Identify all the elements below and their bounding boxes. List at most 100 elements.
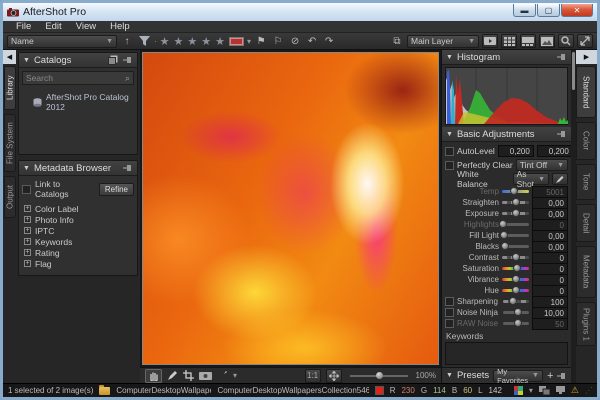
saturation-slider[interactable] bbox=[502, 267, 529, 270]
expand-icon[interactable]: + bbox=[24, 249, 31, 256]
metadata-browser-header[interactable]: ▼ Metadata Browser bbox=[19, 161, 137, 176]
monitor-icon[interactable] bbox=[556, 386, 565, 395]
label-color-chevron-icon[interactable]: ▾ bbox=[247, 37, 251, 46]
minimize-button[interactable]: ▬ bbox=[513, 4, 536, 17]
thumbnail-grid-view-button[interactable] bbox=[501, 34, 517, 48]
expand-icon[interactable]: + bbox=[24, 260, 31, 267]
slider-knob[interactable] bbox=[512, 209, 520, 217]
slider-knob[interactable] bbox=[501, 242, 509, 250]
flag-clear-icon[interactable]: ⊘ bbox=[288, 35, 302, 48]
close-button[interactable]: ✕ bbox=[561, 4, 593, 17]
title-bar[interactable]: AfterShot Pro ▬ ▢ ✕ bbox=[3, 3, 597, 21]
expand-icon[interactable]: + bbox=[24, 227, 31, 234]
expand-icon[interactable]: + bbox=[24, 216, 31, 223]
white-balance-eyedropper-button[interactable] bbox=[552, 173, 568, 185]
collapse-triangle-icon[interactable]: ▼ bbox=[23, 165, 30, 172]
crop-tool-button[interactable] bbox=[183, 370, 194, 381]
pan-tool-button[interactable] bbox=[145, 369, 162, 383]
collapse-right-panel-icon[interactable]: ▶ bbox=[576, 50, 597, 64]
tab-detail[interactable]: Detail bbox=[576, 204, 596, 242]
sharpening-checkbox[interactable] bbox=[445, 297, 454, 306]
rating-none-dot[interactable]: · bbox=[154, 37, 157, 46]
tab-tone[interactable]: Tone bbox=[576, 164, 596, 200]
flag-pick-icon[interactable]: ⚑ bbox=[254, 35, 268, 48]
pin-icon[interactable] bbox=[123, 56, 133, 64]
tree-item-flag[interactable]: +Flag bbox=[24, 258, 134, 269]
tree-item-iptc[interactable]: +IPTC bbox=[24, 225, 134, 236]
tree-item-keywords[interactable]: +Keywords bbox=[24, 236, 134, 247]
autolevel-low-value[interactable]: 0,200 bbox=[498, 145, 534, 157]
menu-help[interactable]: Help bbox=[103, 21, 137, 32]
scrollbar-thumb[interactable] bbox=[572, 52, 575, 90]
sort-direction-button[interactable]: ↑ bbox=[120, 35, 134, 48]
vibrance-slider[interactable] bbox=[502, 278, 529, 281]
filter-funnel-icon[interactable] bbox=[137, 35, 151, 48]
redo-icon[interactable]: ↷ bbox=[322, 35, 336, 48]
basic-adjustments-header[interactable]: ▼ Basic Adjustments bbox=[442, 127, 571, 142]
resize-grip[interactable]: ⋰ bbox=[585, 386, 592, 395]
pin-icon[interactable] bbox=[557, 130, 567, 138]
magnifier-button[interactable] bbox=[558, 34, 574, 48]
tree-item-rating[interactable]: +Rating bbox=[24, 247, 134, 258]
collapse-triangle-icon[interactable]: ▼ bbox=[23, 57, 30, 64]
autolevel-checkbox[interactable] bbox=[445, 147, 454, 156]
navigator-button[interactable] bbox=[326, 369, 342, 383]
sharpening-slider[interactable] bbox=[503, 300, 529, 303]
redeye-tool-button[interactable] bbox=[199, 371, 212, 381]
sort-by-dropdown[interactable]: Name▼ bbox=[7, 35, 117, 48]
filmstrip-view-button[interactable] bbox=[520, 34, 536, 48]
noise-ninja-checkbox[interactable] bbox=[445, 308, 454, 317]
color-management-icon[interactable] bbox=[514, 386, 523, 395]
hue-slider[interactable] bbox=[502, 289, 529, 292]
slider-knob[interactable] bbox=[513, 264, 521, 272]
color-management-chevron-icon[interactable]: ▾ bbox=[529, 386, 533, 395]
label-color-swatch[interactable] bbox=[229, 37, 244, 46]
preview-view-button[interactable] bbox=[539, 34, 555, 48]
dual-display-icon[interactable] bbox=[539, 386, 550, 395]
catalogs-panel-header[interactable]: ▼ Catalogs bbox=[19, 53, 137, 68]
noise-ninja-slider[interactable] bbox=[503, 311, 529, 314]
rating-star-3[interactable]: ★ bbox=[187, 35, 198, 48]
contrast-slider[interactable] bbox=[502, 256, 529, 259]
raw-noise-checkbox[interactable] bbox=[445, 319, 454, 328]
slider-knob[interactable] bbox=[514, 319, 522, 327]
autolevel-high-value[interactable]: 0,200 bbox=[537, 145, 573, 157]
menu-file[interactable]: File bbox=[9, 21, 38, 32]
catalog-item[interactable]: AfterShot Pro Catalog 2012 bbox=[19, 88, 137, 120]
menu-view[interactable]: View bbox=[69, 21, 103, 32]
highlights-slider[interactable] bbox=[502, 223, 529, 226]
tree-item-photo-info[interactable]: +Photo Info bbox=[24, 214, 134, 225]
straighten-slider[interactable] bbox=[502, 201, 529, 204]
raw-noise-value[interactable]: 50 bbox=[532, 318, 568, 330]
expand-icon[interactable]: + bbox=[24, 238, 31, 245]
slider-knob[interactable] bbox=[499, 220, 507, 228]
exposure-slider[interactable] bbox=[502, 212, 529, 215]
collapse-left-panel-icon[interactable]: ◀ bbox=[3, 50, 16, 64]
tab-library[interactable]: Library bbox=[4, 66, 16, 110]
rating-star-2[interactable]: ★ bbox=[174, 35, 185, 48]
temp-slider[interactable] bbox=[502, 190, 529, 193]
maximize-button[interactable]: ▢ bbox=[537, 4, 560, 17]
fullscreen-button[interactable] bbox=[577, 34, 593, 48]
rating-star-4[interactable]: ★ bbox=[201, 35, 212, 48]
keywords-input[interactable] bbox=[445, 342, 568, 365]
collapse-triangle-icon[interactable]: ▼ bbox=[446, 54, 453, 61]
menu-edit[interactable]: Edit bbox=[38, 21, 68, 32]
photo-preview[interactable] bbox=[142, 52, 439, 365]
slider-knob[interactable] bbox=[512, 275, 520, 283]
zoom-slider-knob[interactable] bbox=[376, 372, 383, 379]
zoom-slider[interactable] bbox=[350, 375, 408, 377]
slider-knob[interactable] bbox=[512, 286, 520, 294]
raw-noise-slider[interactable] bbox=[503, 322, 529, 325]
slider-knob[interactable] bbox=[512, 253, 520, 261]
flag-reject-icon[interactable]: ⚐ bbox=[271, 35, 285, 48]
search-icon[interactable]: ⌕ bbox=[125, 73, 130, 84]
blacks-slider[interactable] bbox=[502, 245, 529, 248]
warning-icon[interactable]: ⚠ bbox=[571, 385, 579, 396]
tab-file-system[interactable]: File System bbox=[4, 114, 16, 172]
tree-item-color-label[interactable]: +Color Label bbox=[24, 203, 134, 214]
rating-star-5[interactable]: ★ bbox=[215, 35, 226, 48]
layers-icon[interactable]: ⧉ bbox=[390, 35, 404, 48]
slider-knob[interactable] bbox=[510, 187, 518, 195]
tab-metadata[interactable]: Metadata bbox=[576, 246, 596, 298]
